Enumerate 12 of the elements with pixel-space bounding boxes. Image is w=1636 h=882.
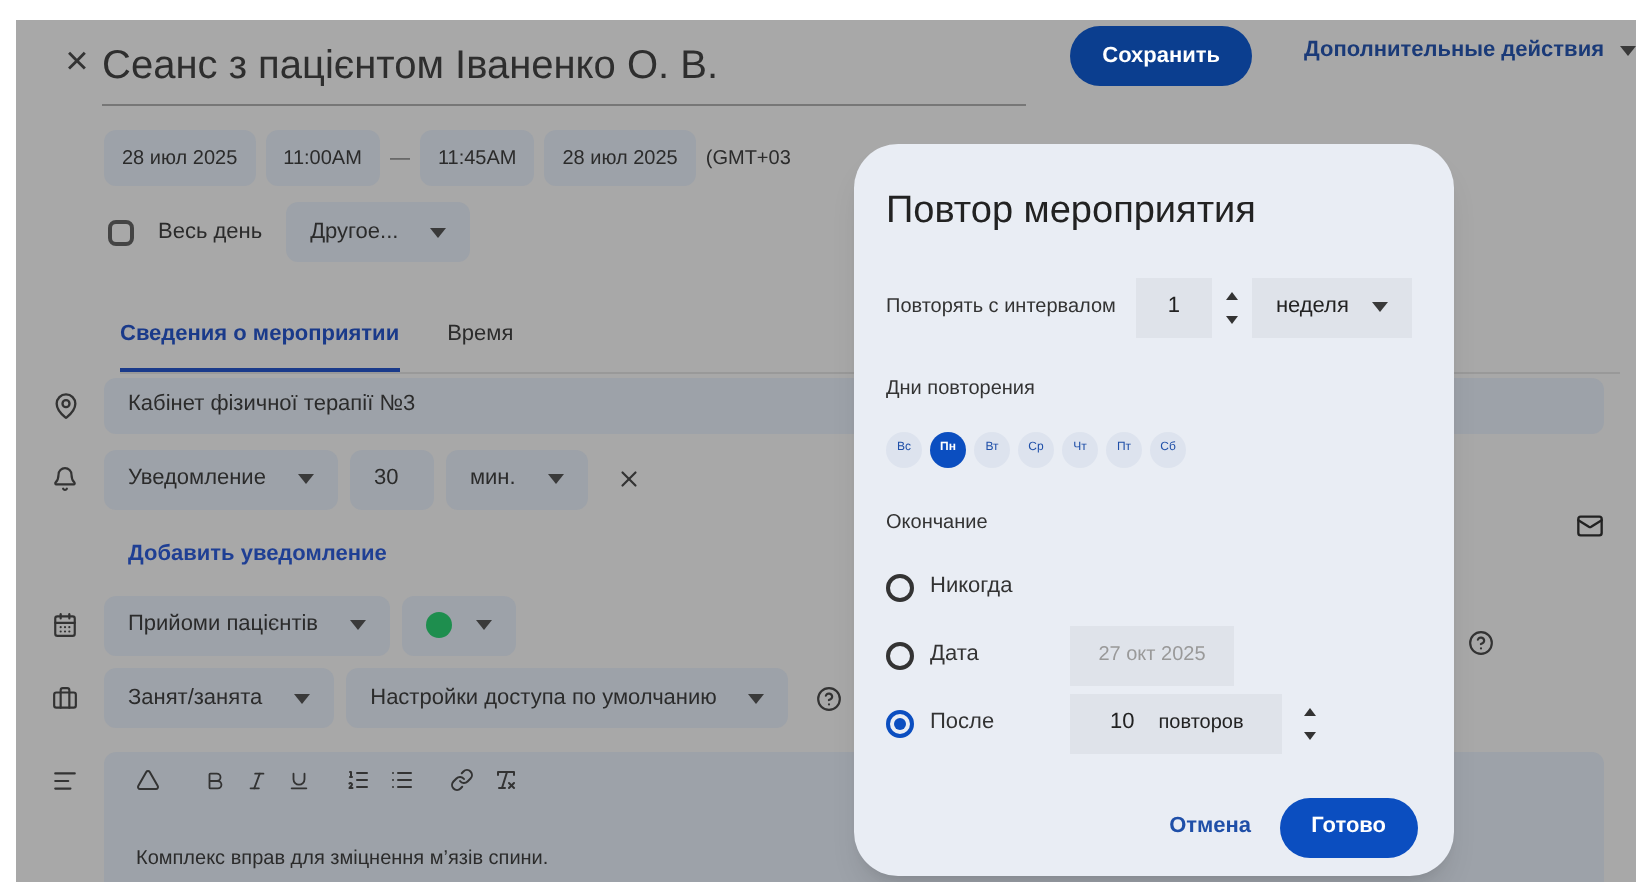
- radio-label: После: [930, 708, 997, 739]
- dialog-title: Повтор мероприятия: [886, 188, 1258, 236]
- occurrences-unit: повторов: [1158, 710, 1244, 738]
- days-label: Дни повторения: [886, 375, 1037, 403]
- occurrences-value: 10: [1110, 708, 1135, 739]
- description-text: Комплекс вправ для зміцнення м’язів спини.: [136, 846, 551, 874]
- end-label: Окончание: [886, 509, 990, 537]
- radio-label: Дата: [930, 640, 981, 671]
- separator: —: [389, 145, 410, 173]
- all-day-label: Весь день: [158, 217, 263, 248]
- interval-label: Повторять с интервалом: [886, 294, 1116, 322]
- radio-label: Никогда: [930, 572, 1015, 603]
